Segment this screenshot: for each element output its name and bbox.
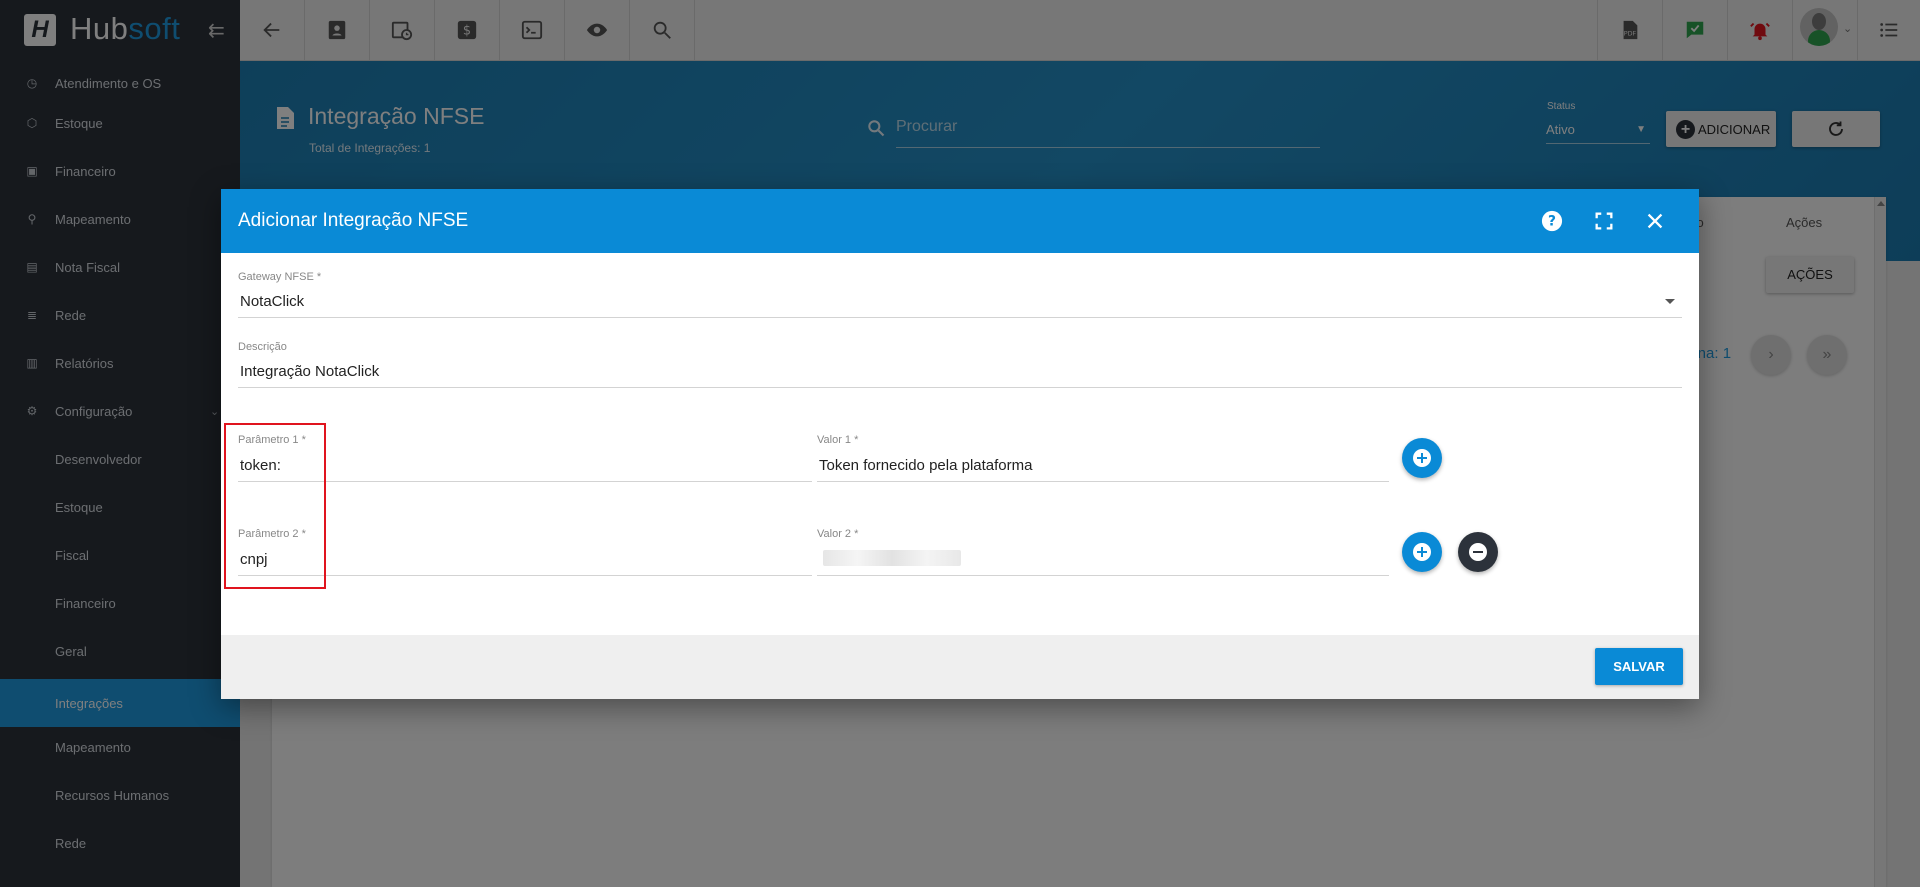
descricao-input[interactable]: Integração NotaClick	[240, 363, 379, 380]
svg-text:?: ?	[1548, 214, 1556, 230]
modal-footer	[221, 635, 1699, 699]
chevron-down-icon[interactable]	[1665, 299, 1675, 304]
gateway-label: Gateway NFSE *	[238, 271, 322, 283]
help-icon[interactable]: ?	[1541, 210, 1563, 232]
valor1-input[interactable]: Token fornecido pela plataforma	[819, 457, 1032, 474]
highlight-box	[224, 423, 326, 589]
valor2-underline	[817, 575, 1389, 576]
valor1-underline	[817, 481, 1389, 482]
save-button[interactable]: SALVAR	[1595, 648, 1683, 685]
add-integration-modal: Adicionar Integração NFSE ? Gateway NFSE…	[221, 189, 1699, 699]
gateway-select[interactable]: NotaClick	[240, 293, 304, 310]
remove-param-button[interactable]	[1458, 532, 1498, 572]
gateway-underline	[238, 317, 1682, 318]
add-param-button[interactable]	[1402, 438, 1442, 478]
descricao-underline	[238, 387, 1682, 388]
close-icon[interactable]	[1644, 210, 1666, 232]
modal-title: Adicionar Integração NFSE	[238, 210, 469, 231]
descricao-label: Descrição	[238, 341, 287, 353]
fullscreen-icon[interactable]	[1593, 210, 1615, 232]
add-param-button[interactable]	[1402, 532, 1442, 572]
modal-header: Adicionar Integração NFSE ?	[221, 189, 1699, 253]
plus-icon	[1413, 543, 1431, 561]
valor2-input-redacted[interactable]	[823, 550, 961, 566]
plus-icon	[1413, 449, 1431, 467]
valor1-label: Valor 1 *	[817, 434, 859, 446]
valor2-label: Valor 2 *	[817, 528, 859, 540]
minus-icon	[1469, 543, 1487, 561]
